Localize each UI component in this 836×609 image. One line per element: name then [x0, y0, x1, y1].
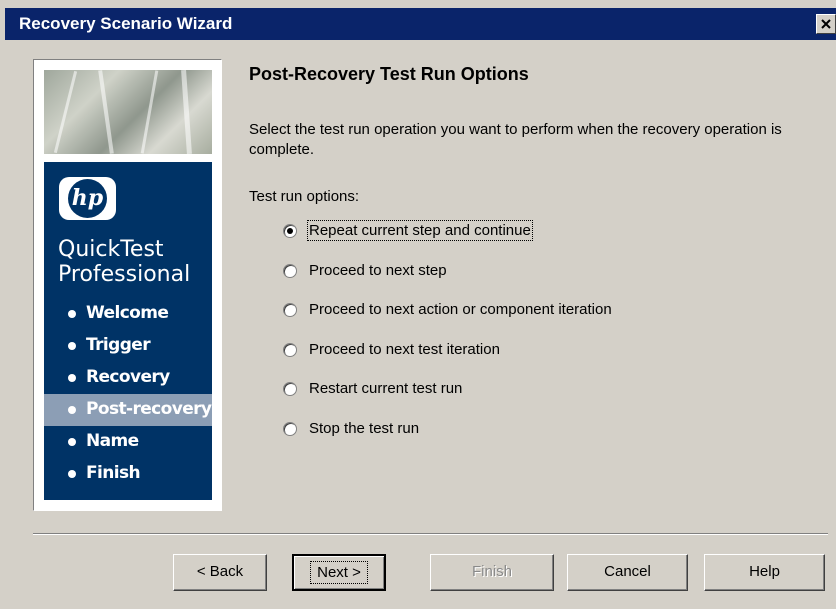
step-label: Post-recovery	[86, 399, 212, 419]
page-title: Post-Recovery Test Run Options	[249, 64, 529, 84]
wizard-steps-list: Welcome Trigger Recovery Post-recovery N…	[44, 298, 212, 490]
hp-logo: hp	[59, 177, 116, 220]
radio-button[interactable]	[283, 224, 297, 238]
option-label[interactable]: Proceed to next action or component iter…	[309, 301, 612, 318]
radio-button[interactable]	[283, 382, 297, 396]
window-title: Recovery Scenario Wizard	[19, 14, 233, 33]
cancel-button[interactable]: Cancel	[567, 554, 688, 591]
step-post-recovery: Post-recovery	[44, 394, 212, 426]
help-button[interactable]: Help	[704, 554, 825, 591]
option-label[interactable]: Repeat current step and continue	[307, 220, 533, 241]
title-bar: Recovery Scenario Wizard	[5, 8, 836, 40]
option-label[interactable]: Restart current test run	[309, 380, 462, 397]
option-label[interactable]: Proceed to next step	[309, 262, 447, 279]
step-name: Name	[44, 426, 212, 458]
step-label: Finish	[86, 463, 141, 483]
step-label: Trigger	[86, 335, 151, 355]
close-button[interactable]	[816, 14, 836, 34]
step-welcome: Welcome	[44, 298, 212, 330]
step-finish: Finish	[44, 458, 212, 490]
radio-button[interactable]	[283, 263, 297, 278]
test-run-options-label: Test run options:	[249, 188, 360, 205]
radio-button[interactable]	[283, 303, 297, 317]
close-icon	[821, 19, 831, 29]
option-label[interactable]: Stop the test run	[309, 420, 419, 437]
step-label: Recovery	[86, 367, 170, 387]
page-description: Select the test run operation you want t…	[249, 121, 782, 158]
step-trigger: Trigger	[44, 330, 212, 362]
sidebar-panel: hp QuickTest Professional Welcome Trigge…	[44, 162, 212, 500]
radio-button[interactable]	[283, 421, 297, 436]
bullet-icon	[68, 438, 76, 446]
bullet-icon	[68, 470, 76, 478]
step-recovery: Recovery	[44, 362, 212, 394]
bullet-icon	[68, 342, 76, 350]
product-name-line1: QuickTest	[58, 237, 164, 262]
hp-logo-mark: hp	[68, 179, 107, 218]
product-name: QuickTest Professional	[58, 237, 208, 287]
step-label: Name	[86, 431, 139, 451]
option-label[interactable]: Proceed to next test iteration	[309, 341, 500, 358]
radio-button[interactable]	[283, 342, 297, 357]
bullet-icon	[68, 406, 76, 414]
step-label: Welcome	[86, 303, 169, 323]
next-button[interactable]: Next >	[292, 554, 386, 591]
back-button[interactable]: < Back	[173, 554, 267, 591]
next-button-label[interactable]: Next >	[310, 561, 368, 584]
bullet-icon	[68, 310, 76, 318]
sidebar-banner-image	[44, 70, 212, 154]
recovery-scenario-wizard-window: Recovery Scenario Wizard hp QuickTest Pr…	[0, 0, 836, 609]
finish-button: Finish	[430, 554, 554, 591]
divider-highlight	[33, 534, 828, 535]
bullet-icon	[68, 374, 76, 382]
product-name-line2: Professional	[58, 262, 191, 287]
